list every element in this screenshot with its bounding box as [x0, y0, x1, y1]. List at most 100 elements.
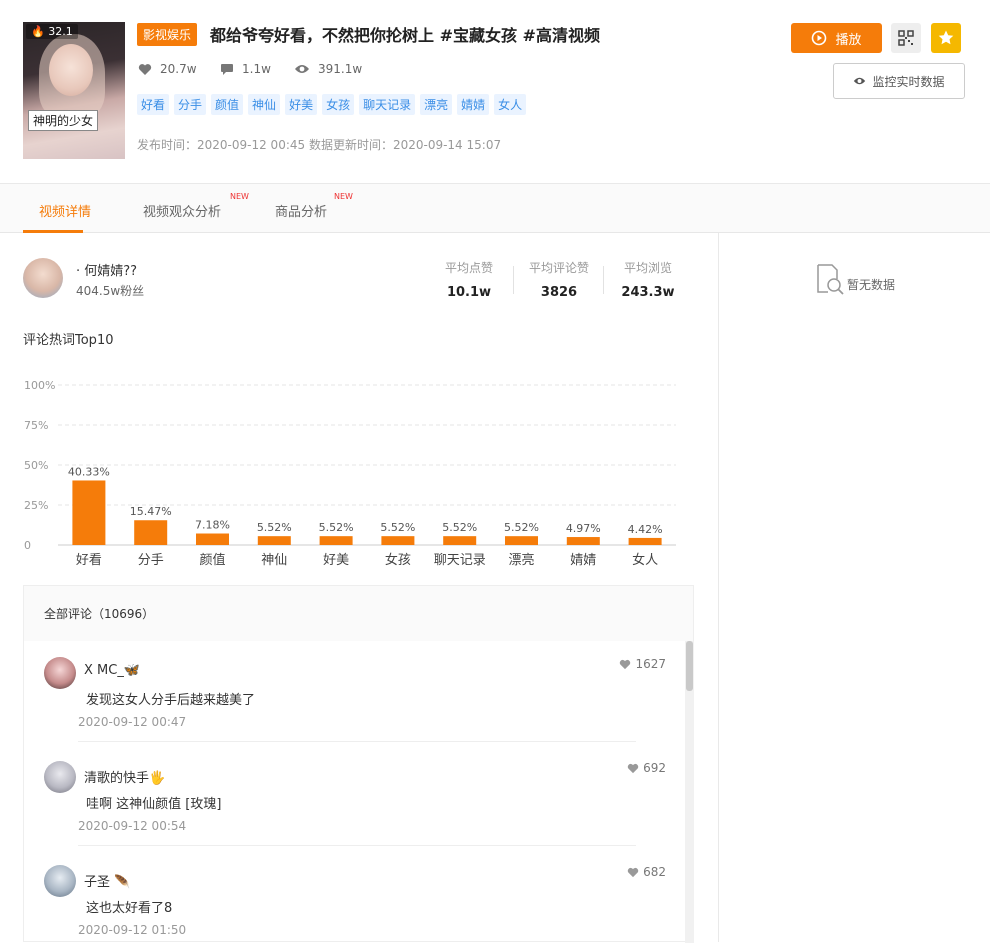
tab-label: 视频观众分析	[143, 205, 222, 220]
tag-item[interactable]: 颜值	[211, 94, 244, 115]
thumbnail-hot-badge: 🔥 32.1	[26, 24, 78, 39]
star-icon	[938, 30, 954, 45]
qrcode-icon	[898, 30, 914, 46]
y-tick-label: 75%	[24, 419, 48, 432]
x-tick-label: 漂亮	[508, 552, 534, 568]
views-count: 391.1w	[318, 62, 363, 76]
tab-video-detail[interactable]: 视频详情	[39, 201, 91, 220]
tag-item[interactable]: 漂亮	[420, 94, 453, 115]
bar-value-label: 4.97%	[566, 522, 601, 535]
comment-divider	[78, 741, 636, 742]
metric-avg-likes: 平均点赞 10.1w	[433, 259, 505, 300]
comment-likes-count: 682	[643, 865, 666, 879]
x-tick-label: 聊天记录	[434, 553, 486, 568]
x-tick-label: 女人	[632, 552, 658, 568]
likes-stat: 20.7w	[138, 62, 197, 76]
comment-divider	[78, 845, 636, 846]
bar	[196, 533, 229, 545]
tab-label: 商品分析	[275, 205, 328, 220]
comments-scrollbar[interactable]	[685, 641, 694, 943]
author-name[interactable]: · 何婧婧??	[76, 260, 137, 279]
bar-value-label: 5.52%	[442, 521, 477, 534]
new-badge: NEW	[230, 192, 249, 201]
chart-title: 评论热词Top10	[23, 333, 114, 348]
commenter-avatar[interactable]	[44, 761, 76, 793]
commenter-name[interactable]: 清歌的快手🖐	[84, 767, 165, 786]
tag-item[interactable]: 神仙	[248, 94, 281, 115]
bar	[566, 537, 600, 545]
no-data-icon	[817, 264, 844, 295]
x-tick-label: 好看	[76, 552, 102, 568]
heart-icon	[627, 763, 639, 773]
empty-text: 暂无数据	[847, 277, 896, 292]
thumbnail-caption: 神明的少女	[28, 110, 99, 131]
empty-state: 暂无数据	[815, 263, 895, 295]
comment-likes: 682	[627, 865, 666, 879]
bar	[72, 480, 106, 545]
eye-icon	[295, 65, 309, 73]
metric-label: 平均点赞	[444, 261, 493, 275]
y-tick-label: 25%	[24, 499, 48, 512]
commenter-avatar[interactable]	[44, 865, 76, 897]
comment-time: 2020-09-12 00:54	[78, 819, 187, 833]
bar	[505, 536, 538, 545]
commenter-name[interactable]: X MC_🦋	[84, 663, 140, 678]
tab-bar: 视频详情 视频观众分析 NEW 商品分析 NEW	[0, 184, 990, 233]
bar	[443, 536, 477, 545]
bar-value-label: 7.18%	[195, 519, 230, 532]
comments-count: 1.1w	[242, 62, 271, 76]
metric-divider	[603, 266, 604, 294]
comments-header: 全部评论（10696）	[24, 586, 693, 641]
metric-label: 平均浏览	[623, 261, 672, 275]
tag-item[interactable]: 好美	[285, 94, 318, 115]
commenter-name[interactable]: 子圣 🪶	[84, 871, 130, 890]
scrollbar-thumb[interactable]	[686, 641, 693, 691]
bar-value-label: 4.42%	[628, 523, 663, 536]
metric-avg-comment-likes: 平均评论赞 3826	[523, 259, 595, 300]
comments-stat: 1.1w	[220, 62, 271, 76]
new-badge: NEW	[334, 192, 353, 201]
heart-icon	[620, 659, 631, 669]
monitor-realtime-button[interactable]: 监控实时数据	[833, 63, 965, 99]
comment-likes-count: 692	[643, 761, 666, 775]
x-tick-label: 分手	[138, 553, 164, 568]
metric-value: 243.3w	[621, 285, 675, 300]
play-button[interactable]: 播放	[791, 23, 882, 53]
tag-item[interactable]: 好看	[137, 94, 170, 115]
comment-likes: 692	[627, 761, 666, 775]
comment-text: 这也太好看了8	[86, 901, 173, 916]
metric-value: 10.1w	[446, 285, 492, 300]
bar-value-label: 5.52%	[380, 521, 415, 534]
heart-icon	[138, 63, 152, 75]
comment-text: 哇啊 这神仙颜值 [玫瑰]	[86, 797, 222, 812]
metric-divider	[513, 266, 514, 294]
x-tick-label: 好美	[323, 553, 349, 568]
comment-icon	[221, 63, 233, 75]
bar-value-label: 15.47%	[130, 505, 172, 518]
tag-item[interactable]: 分手	[174, 94, 207, 115]
metric-value: 3826	[540, 285, 578, 300]
bar	[319, 536, 353, 545]
metric-label: 平均评论赞	[528, 261, 589, 275]
commenter-avatar[interactable]	[44, 657, 76, 689]
hot-words-bar-chart: 100% 75% 50% 25% 0 40.33% 好看 15.47% 分手 7.18% 颜值 5.5…	[24, 379, 676, 568]
tag-item[interactable]: 女孩	[322, 94, 355, 115]
tab-product-analysis[interactable]: 商品分析 NEW	[275, 192, 353, 220]
author-avatar[interactable]	[23, 258, 63, 298]
video-thumbnail[interactable]: 🔥 32.1 神明的少女	[23, 22, 125, 159]
bar-value-label: 5.52%	[257, 521, 292, 534]
tab-label: 视频详情	[39, 205, 92, 220]
favorite-button[interactable]	[931, 23, 961, 53]
category-badge[interactable]: 影视娱乐	[137, 23, 198, 46]
heart-icon	[627, 867, 639, 877]
video-title: 都给爷夸好看，不然把你抡树上 #宝藏女孩 #高清视频	[210, 26, 600, 45]
publish-time: 发布时间：2020-09-12 00:45 数据更新时间：2020-09-14 …	[137, 138, 502, 152]
bar-value-label: 40.33%	[68, 465, 110, 478]
x-tick-label: 婧婧	[570, 553, 596, 568]
tag-item[interactable]: 婧婧	[457, 94, 490, 115]
tab-audience-analysis[interactable]: 视频观众分析 NEW	[143, 192, 249, 220]
tag-item[interactable]: 女人	[494, 94, 527, 115]
bar	[381, 536, 415, 545]
qrcode-button[interactable]	[891, 23, 921, 53]
tag-item[interactable]: 聊天记录	[359, 94, 416, 115]
